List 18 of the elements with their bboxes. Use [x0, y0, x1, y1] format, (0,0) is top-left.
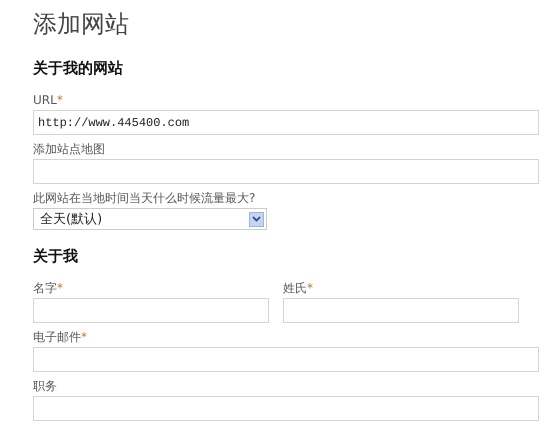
section-heading: 关于我 [33, 246, 79, 266]
input-field[interactable] [33, 347, 539, 372]
input-field[interactable] [33, 159, 539, 184]
input-field[interactable] [33, 298, 269, 323]
input-field[interactable]: http://www.445400.com [33, 110, 539, 135]
field-label: 电子邮件* [33, 329, 88, 345]
field-label: 添加站点地图 [33, 141, 106, 157]
field-label: 姓氏* [283, 280, 314, 296]
page-title: 添加网站 [33, 9, 130, 40]
field-label: 名字* [33, 280, 64, 296]
field-label: 此网站在当地时间当天什么时候流量最大? [33, 190, 256, 206]
dropdown[interactable]: 全天(默认) [33, 208, 267, 230]
field-label: URL* [33, 92, 64, 108]
input-field[interactable] [283, 298, 519, 323]
input-field[interactable] [33, 396, 539, 421]
section-heading: 关于我的网站 [33, 58, 124, 78]
field-label: 职务 [33, 378, 58, 394]
chevron-down-icon [249, 212, 264, 226]
